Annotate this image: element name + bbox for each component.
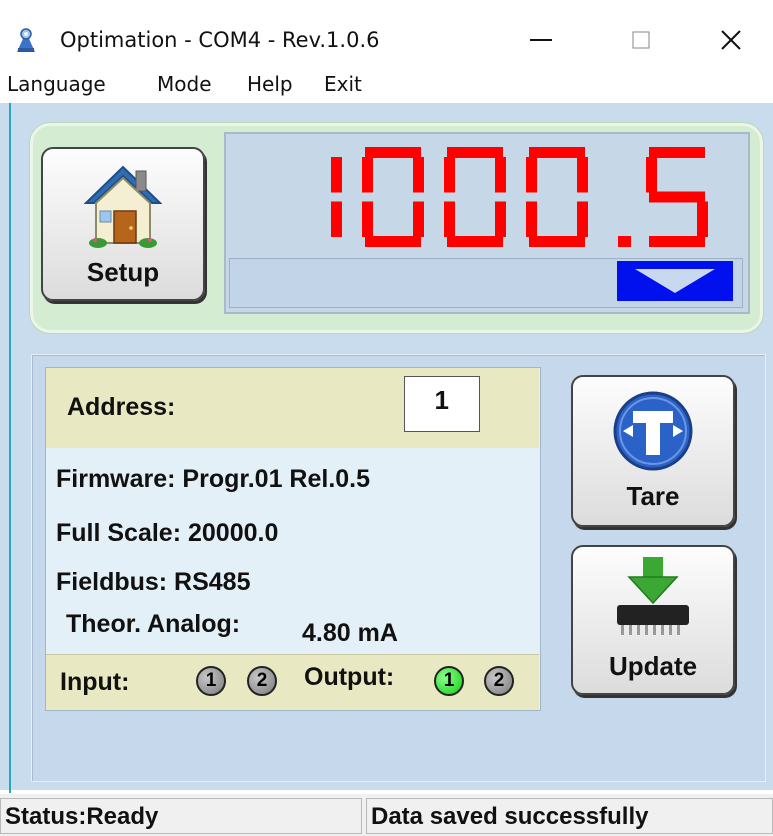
led-segment bbox=[447, 147, 503, 158]
led-segment bbox=[649, 147, 705, 158]
status-text: Status:Ready bbox=[0, 798, 362, 834]
led-segment bbox=[646, 157, 657, 193]
led-segment bbox=[649, 191, 705, 203]
indicator-box bbox=[617, 261, 733, 301]
output-led-2: 2 bbox=[484, 666, 514, 696]
led-digit bbox=[362, 147, 424, 247]
input-led-2: 2 bbox=[247, 666, 277, 696]
led-segment bbox=[495, 201, 506, 237]
update-label: Update bbox=[608, 651, 698, 681]
led-segment bbox=[362, 201, 373, 237]
led-segment bbox=[649, 236, 705, 247]
led-digit bbox=[646, 147, 708, 247]
led-digit-display bbox=[331, 147, 708, 247]
update-button[interactable]: Update bbox=[571, 545, 735, 695]
led-segment bbox=[577, 201, 588, 237]
tare-icon bbox=[613, 391, 693, 471]
address-label: Address: bbox=[67, 393, 176, 421]
led-decimal-point bbox=[618, 236, 631, 247]
firmware-text: Firmware: Progr.01 Rel.0.5 bbox=[56, 465, 371, 493]
led-segment bbox=[413, 201, 424, 237]
led-segment bbox=[529, 147, 585, 158]
firmware-update-icon bbox=[617, 557, 689, 635]
led-segment bbox=[495, 157, 506, 193]
led-segment bbox=[526, 201, 537, 237]
status-bar: Status:Ready Data saved successfully bbox=[0, 794, 773, 836]
led-segment bbox=[444, 157, 455, 193]
address-field[interactable]: 1 bbox=[404, 376, 480, 432]
led-digit bbox=[444, 147, 506, 247]
tare-button[interactable]: Tare bbox=[571, 375, 735, 527]
led-segment bbox=[526, 157, 537, 193]
analog-value: 4.80 mA bbox=[302, 619, 398, 647]
tare-label: Tare bbox=[626, 481, 680, 511]
led-segment bbox=[444, 201, 455, 237]
led-segment bbox=[331, 157, 342, 193]
led-segment bbox=[362, 157, 373, 193]
status-message: Data saved successfully bbox=[366, 798, 773, 834]
led-digit bbox=[526, 147, 588, 247]
led-segment bbox=[365, 236, 421, 247]
led-segment bbox=[447, 236, 503, 247]
led-segment bbox=[529, 236, 585, 247]
down-triangle-icon bbox=[635, 269, 715, 293]
led-digit bbox=[331, 157, 342, 237]
full-scale-text: Full Scale: 20000.0 bbox=[56, 519, 279, 547]
analog-label: Theor. Analog: bbox=[66, 610, 241, 638]
led-segment bbox=[331, 201, 342, 237]
led-segment bbox=[697, 201, 708, 237]
setup-label: Setup bbox=[86, 257, 160, 287]
output-label: Output: bbox=[304, 663, 395, 691]
output-led-1: 1 bbox=[434, 666, 464, 696]
led-segment bbox=[577, 157, 588, 193]
input-label: Input: bbox=[60, 668, 130, 696]
led-segment bbox=[413, 157, 424, 193]
fieldbus-text: Fieldbus: RS485 bbox=[56, 568, 251, 596]
led-segment bbox=[365, 147, 421, 158]
input-led-1: 1 bbox=[196, 666, 226, 696]
